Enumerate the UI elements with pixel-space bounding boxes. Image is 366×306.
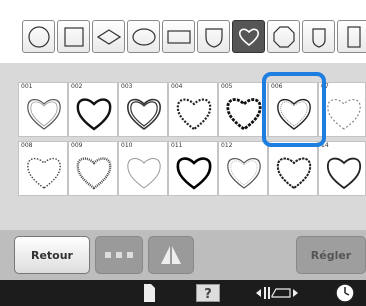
frame-cell-008[interactable]: 008: [18, 141, 68, 196]
heart-frame-icon: [226, 98, 262, 131]
crest-shape-icon: [312, 28, 326, 48]
frame-number: 012: [221, 142, 233, 149]
frame-number: 011: [171, 142, 183, 149]
heart-frame-icon: [227, 158, 261, 189]
square-shape-icon: [64, 27, 84, 47]
frame-number: 002: [71, 83, 83, 90]
heart-frame-icon: [276, 157, 312, 190]
frame-number: 005: [221, 83, 233, 90]
diamond-shape-icon: [97, 29, 121, 45]
status-bar: ?: [0, 280, 366, 306]
frame-number: 008: [21, 142, 33, 149]
heart-frame-icon: [27, 99, 61, 130]
heart-frame-icon: [76, 98, 112, 131]
frame-cell-009[interactable]: 009: [68, 141, 118, 196]
heart-frame-icon: [327, 99, 361, 130]
frame-number: 003: [121, 83, 133, 90]
heart-frame-icon: [176, 98, 212, 131]
clock-icon[interactable]: [334, 282, 356, 304]
presser-foot-icon[interactable]: [256, 286, 298, 300]
frame-number: 004: [171, 83, 183, 90]
frame-cell-010[interactable]: 010: [118, 141, 168, 196]
help-icon[interactable]: ?: [196, 284, 220, 302]
heart-frame-icon: [27, 157, 61, 189]
retour-button[interactable]: Retour: [14, 236, 90, 274]
oval-shape-button[interactable]: [127, 20, 160, 53]
frame-number: 009: [71, 142, 83, 149]
frame-number: 001: [21, 83, 33, 90]
heart-frame-icon: [326, 157, 362, 190]
frame-cell-005[interactable]: 005: [218, 82, 268, 137]
diamond-shape-button[interactable]: [92, 20, 125, 53]
heart-frame-icon: [76, 157, 112, 190]
crest-shape-button[interactable]: [302, 20, 335, 53]
rectangle-shape-button[interactable]: [162, 20, 195, 53]
selected-frame-highlight: [262, 72, 326, 147]
heart-shape-icon: [238, 28, 260, 47]
stitch-spacing-button[interactable]: [95, 236, 143, 274]
svg-text:?: ?: [204, 287, 212, 302]
mirror-button[interactable]: [148, 236, 194, 274]
shield-shape-icon: [205, 28, 223, 48]
tall-rectangle-shape-icon: [347, 26, 361, 48]
frame-cell-003[interactable]: 003: [118, 82, 168, 137]
tall-rectangle-shape-button[interactable]: [337, 20, 366, 53]
frame-cell-001[interactable]: 001: [18, 82, 68, 137]
frame-cell-004[interactable]: 004: [168, 82, 218, 137]
octagon-shape-icon: [273, 26, 295, 48]
frame-cell-002[interactable]: 002: [68, 82, 118, 137]
frame-cell-014[interactable]: 14: [318, 141, 366, 196]
page-icon[interactable]: [142, 283, 156, 303]
heart-frame-icon: [127, 98, 161, 130]
shape-selector-bar: [0, 0, 366, 62]
heart-frame-icon: [127, 158, 161, 189]
octagon-shape-button[interactable]: [267, 20, 300, 53]
mirror-icon: [161, 246, 181, 264]
regler-button[interactable]: Régler: [296, 236, 366, 274]
shield-shape-button[interactable]: [197, 20, 230, 53]
heart-frame-icon: [176, 157, 212, 190]
frame-cell-012[interactable]: 012: [218, 141, 268, 196]
frame-cell-011[interactable]: 011: [168, 141, 218, 196]
rectangle-shape-icon: [167, 30, 191, 44]
heart-shape-button[interactable]: [232, 20, 265, 53]
circle-shape-icon: [28, 26, 50, 48]
oval-shape-icon: [132, 28, 156, 46]
circle-shape-button[interactable]: [22, 20, 55, 53]
frame-cell-013[interactable]: [268, 141, 318, 196]
frame-number: 010: [121, 142, 133, 149]
dots-icon: [105, 252, 133, 258]
square-shape-button[interactable]: [57, 20, 90, 53]
